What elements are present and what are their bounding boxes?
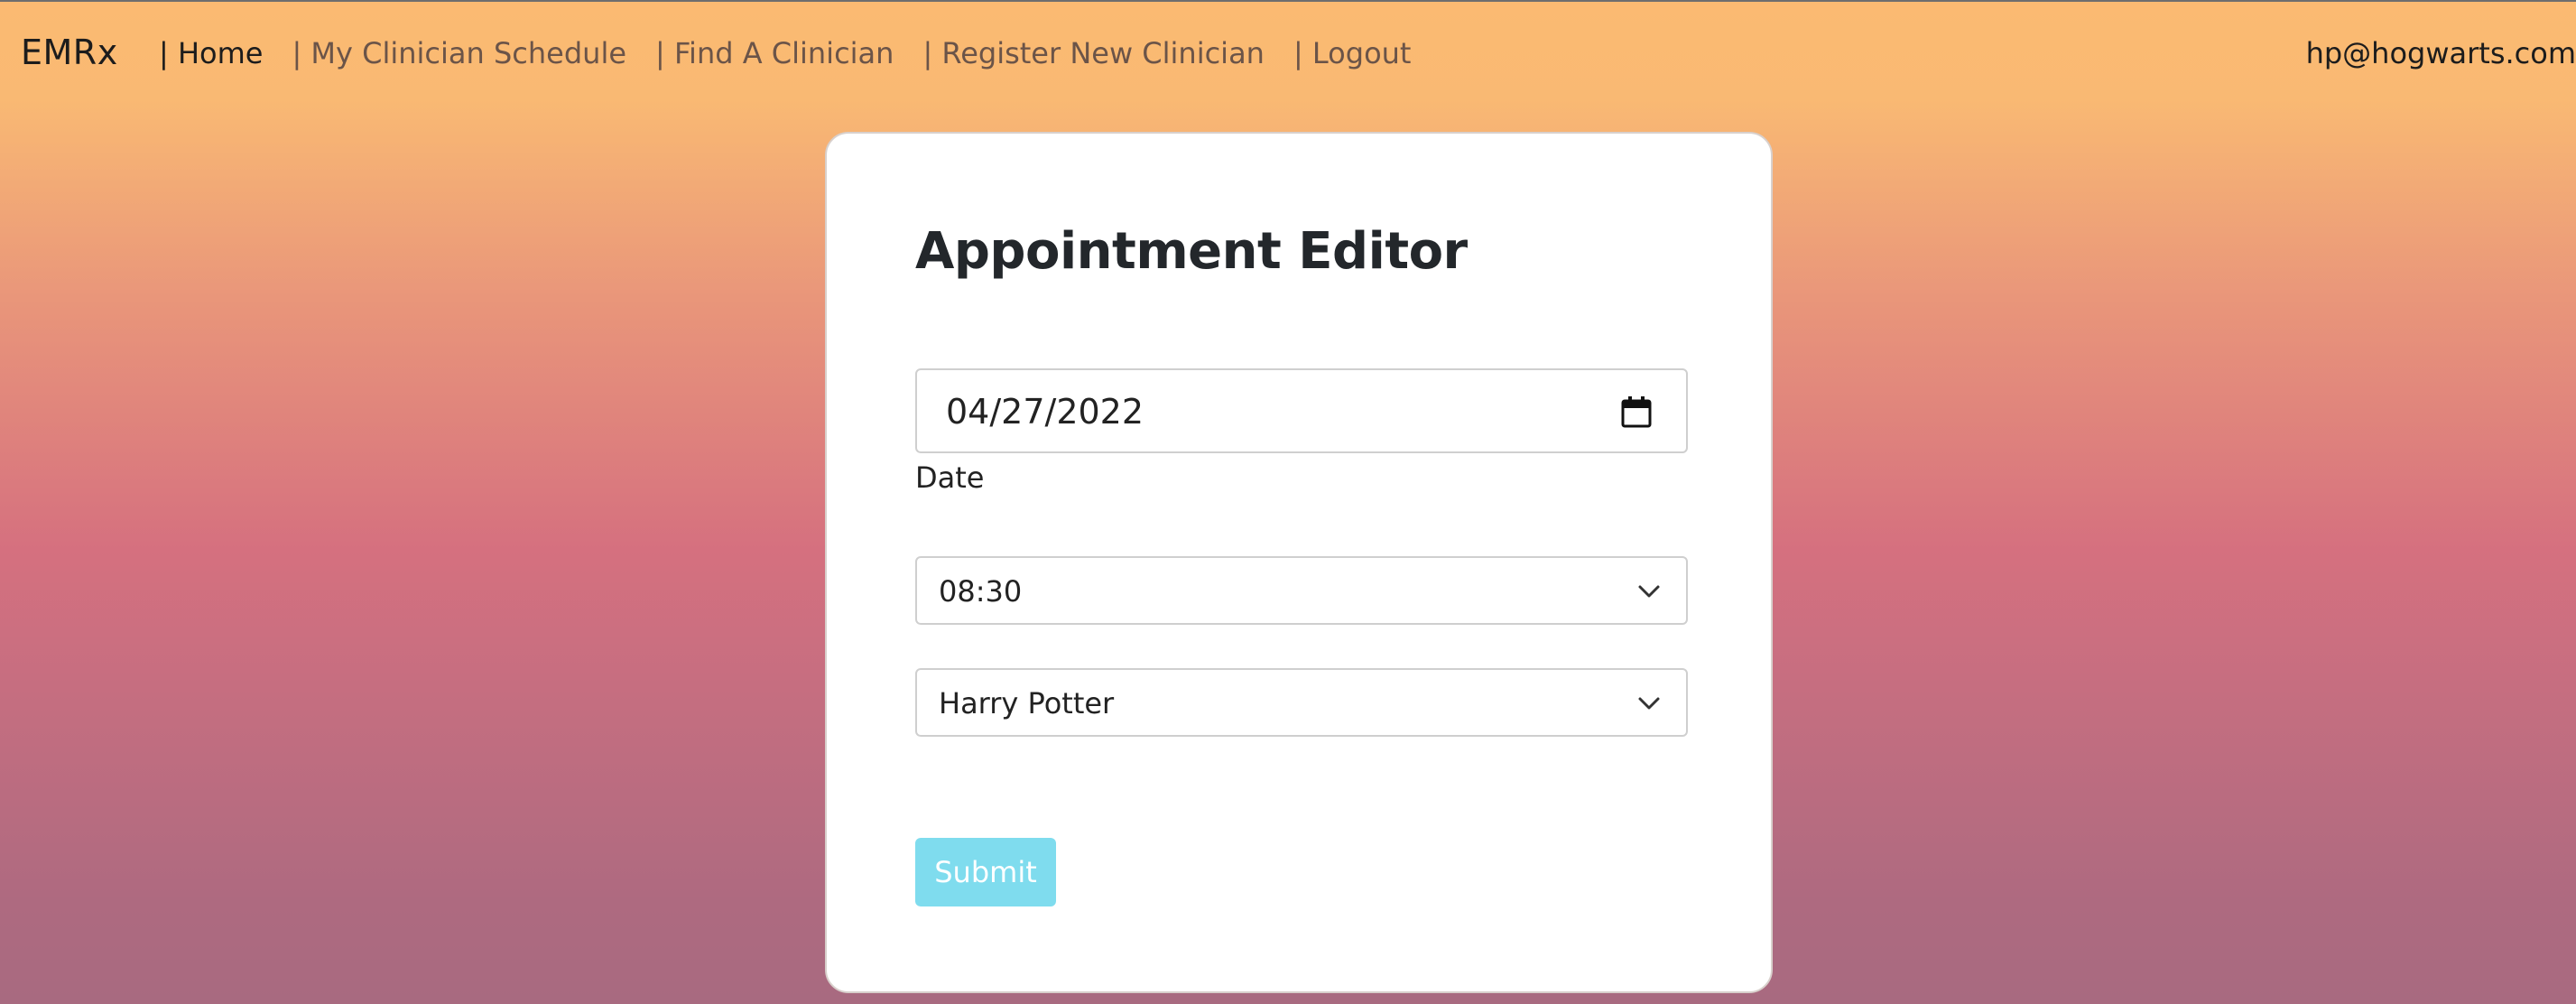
nav-link-find-a-clinician[interactable]: | Find A Clinician (655, 36, 894, 70)
chevron-down-icon (1638, 585, 1660, 598)
time-select-value: 08:30 (939, 574, 1023, 609)
submit-button[interactable]: Submit (915, 838, 1056, 906)
page-title: Appointment Editor (915, 222, 1468, 281)
date-label: Date (915, 460, 985, 495)
chevron-down-icon (1638, 697, 1660, 710)
clinician-select-value: Harry Potter (939, 686, 1115, 720)
navbar: EMRx | Home | My Clinician Schedule | Fi… (0, 2, 2576, 101)
nav-link-home[interactable]: | Home (159, 36, 263, 70)
user-email: hp@hogwarts.com (2305, 36, 2576, 70)
nav-links: | Home | My Clinician Schedule | Find A … (159, 36, 1440, 70)
brand-logo[interactable]: EMRx (21, 33, 118, 72)
clinician-select[interactable]: Harry Potter (915, 668, 1688, 737)
date-input-value: 04/27/2022 (946, 392, 1144, 432)
time-select[interactable]: 08:30 (915, 556, 1688, 625)
nav-link-logout[interactable]: | Logout (1293, 36, 1412, 70)
nav-link-register-new-clinician[interactable]: | Register New Clinician (922, 36, 1265, 70)
appointment-editor-card: Appointment Editor 04/27/2022 Date 08:30… (825, 132, 1773, 993)
nav-link-my-clinician-schedule[interactable]: | My Clinician Schedule (292, 36, 626, 70)
calendar-icon[interactable] (1621, 395, 1652, 428)
date-input[interactable]: 04/27/2022 (915, 368, 1688, 453)
